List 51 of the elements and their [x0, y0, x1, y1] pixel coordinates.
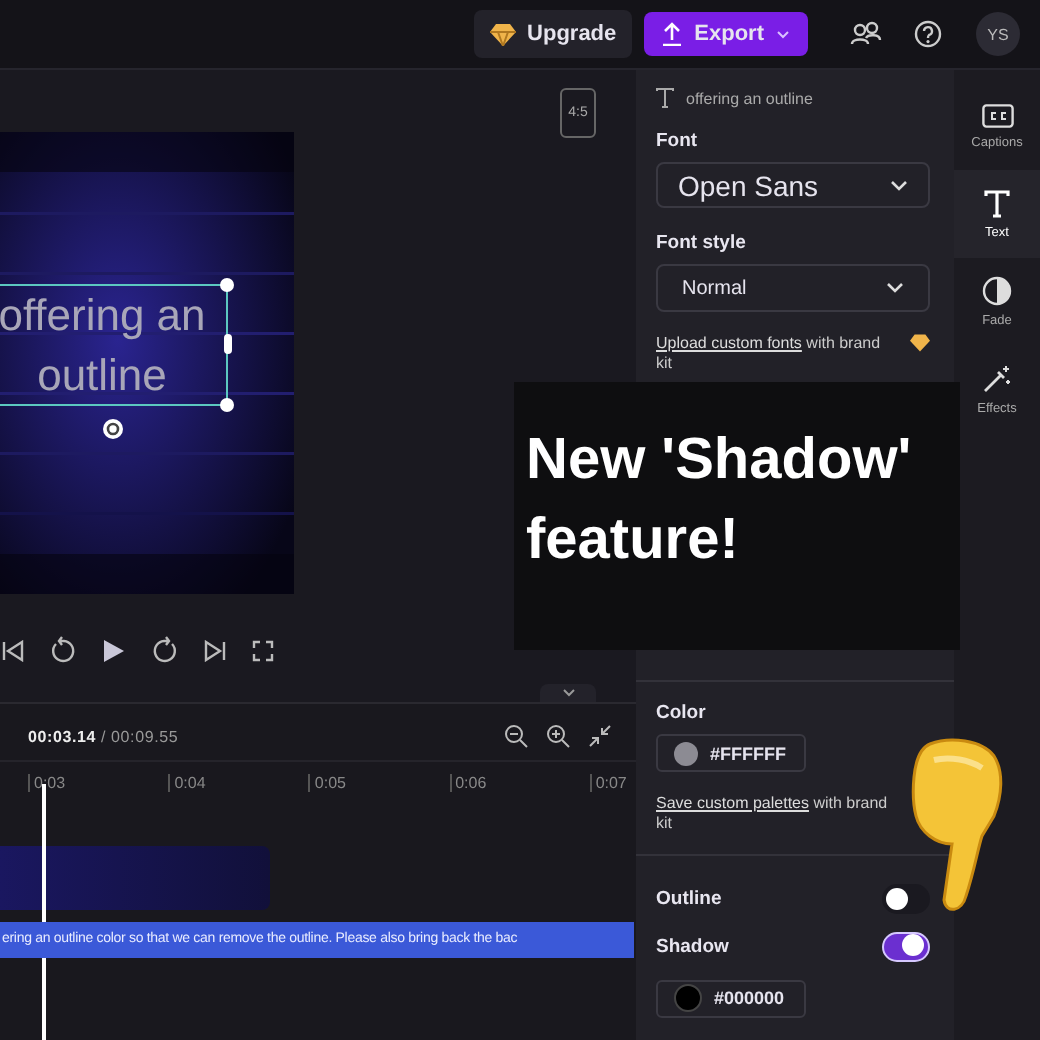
- text-icon: [984, 189, 1010, 217]
- play-icon[interactable]: [102, 637, 126, 663]
- save-palettes-link[interactable]: Save custom palettes: [656, 794, 809, 813]
- diamond-icon: [910, 333, 930, 352]
- brand-kit-note: Upload custom fonts with brand kit: [656, 333, 883, 374]
- help-icon[interactable]: [914, 20, 942, 48]
- forward-icon[interactable]: [152, 636, 178, 664]
- upload-icon: [662, 22, 683, 46]
- chevron-down-icon: [890, 179, 908, 192]
- font-style-dropdown[interactable]: Normal: [656, 264, 930, 312]
- skip-back-icon[interactable]: [2, 639, 24, 661]
- video-clip[interactable]: [0, 846, 270, 910]
- ruler-tick: 0:06: [449, 773, 496, 791]
- color-field[interactable]: #000000: [656, 979, 806, 1018]
- field-label: Font: [656, 129, 700, 152]
- chevron-down-icon: [776, 29, 790, 39]
- toggle-switch[interactable]: [882, 884, 930, 915]
- upload-fonts-link[interactable]: Upload custom fonts: [656, 333, 802, 352]
- chevron-down-icon: [886, 282, 904, 295]
- rotate-icon[interactable]: [102, 418, 124, 440]
- font-dropdown[interactable]: Open Sans: [656, 161, 930, 209]
- text-icon: [656, 88, 674, 109]
- field-label: Font style: [656, 232, 748, 255]
- chevron-down-icon: [561, 688, 575, 698]
- fit-icon[interactable]: [588, 724, 612, 748]
- magic-wand-icon: [982, 364, 1012, 394]
- time-readout: 00:03.14 / 00:09.55: [28, 727, 179, 745]
- skip-forward-icon[interactable]: [204, 639, 226, 661]
- toggle-label: Outline: [656, 888, 722, 911]
- upgrade-button[interactable]: Upgrade: [473, 10, 633, 58]
- captions-icon: [981, 103, 1013, 127]
- announcement-text: New 'Shadow' feature!: [526, 426, 914, 576]
- fullscreen-icon[interactable]: [252, 639, 274, 661]
- panel-title: offering an outline: [686, 89, 813, 108]
- ruler-tick: 0:04: [168, 773, 215, 791]
- avatar[interactable]: YS: [976, 12, 1020, 56]
- field-label: Color: [656, 701, 708, 724]
- diamond-icon: [489, 23, 516, 45]
- fade-icon: [982, 276, 1012, 306]
- toggle-label: Shadow: [656, 935, 729, 958]
- color-field[interactable]: #FFFFFF: [656, 733, 806, 773]
- zoom-in-icon[interactable]: [546, 724, 570, 748]
- export-button[interactable]: Export: [644, 12, 808, 56]
- zoom-out-icon[interactable]: [504, 724, 528, 748]
- people-icon[interactable]: [850, 20, 882, 48]
- rewind-icon[interactable]: [50, 636, 76, 664]
- toggle-switch[interactable]: [882, 931, 930, 962]
- side-handle[interactable]: [224, 334, 232, 354]
- brand-kit-note: Save custom palettes with brand kit: [656, 794, 890, 835]
- collapse-tab[interactable]: [540, 684, 596, 702]
- ruler-tick: 0:05: [308, 773, 356, 791]
